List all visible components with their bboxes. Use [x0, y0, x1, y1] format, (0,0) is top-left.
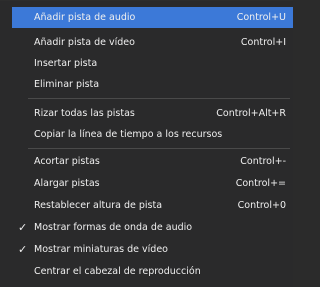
menu-item-insert-track[interactable]: Insertar pista — [0, 53, 293, 74]
menu-item-add-audio-track[interactable]: Añadir pista de audio Control+U — [12, 7, 293, 28]
menu-item-lengthen-tracks[interactable]: Alargar pistas Control+= — [0, 173, 293, 194]
menu-item-remove-track[interactable]: Eliminar pista — [0, 74, 293, 95]
checkmark-icon: ✓ — [18, 243, 28, 256]
menu-item-show-video-thumbnails[interactable]: ✓ Mostrar miniaturas de vídeo — [0, 239, 293, 260]
menu-item-shortcut: Control+- — [240, 156, 286, 167]
menu-item-label: Mostrar formas de onda de audio — [34, 222, 193, 233]
menu-item-shortcut: Control+U — [236, 12, 286, 23]
menu-item-shortcut: Control+0 — [237, 200, 286, 211]
context-menu: Añadir pista de audio Control+U Añadir p… — [0, 0, 293, 287]
menu-item-label: Mostrar miniaturas de vídeo — [34, 244, 168, 255]
menu-separator — [28, 148, 290, 149]
menu-item-label: Añadir pista de vídeo — [34, 37, 135, 48]
menu-item-copy-timeline-to-resources[interactable]: Copiar la línea de tiempo a los recursos — [0, 124, 293, 145]
menu-item-show-audio-waveforms[interactable]: ✓ Mostrar formas de onda de audio — [0, 217, 293, 238]
checkmark-icon: ✓ — [18, 221, 28, 234]
menu-item-shortcut: Control+Alt+R — [216, 108, 286, 119]
menu-item-label: Añadir pista de audio — [34, 12, 136, 23]
menu-item-label: Rizar todas las pistas — [34, 108, 135, 119]
menu-item-label: Alargar pistas — [34, 178, 100, 189]
menu-separator — [28, 98, 290, 99]
menu-item-ripple-all-tracks[interactable]: Rizar todas las pistas Control+Alt+R — [0, 103, 293, 124]
menu-item-label: Acortar pistas — [34, 156, 100, 167]
menu-item-center-playhead[interactable]: Centrar el cabezal de reproducción — [0, 261, 293, 282]
menu-item-reset-track-height[interactable]: Restablecer altura de pista Control+0 — [0, 195, 293, 216]
menu-item-shortcut: Control+I — [240, 37, 286, 48]
menu-item-label: Copiar la línea de tiempo a los recursos — [34, 129, 223, 140]
menu-item-shorten-tracks[interactable]: Acortar pistas Control+- — [0, 151, 293, 172]
menu-item-label: Eliminar pista — [34, 79, 100, 90]
menu-item-label: Insertar pista — [34, 58, 98, 69]
menu-item-label: Restablecer altura de pista — [34, 200, 163, 211]
menu-item-add-video-track[interactable]: Añadir pista de vídeo Control+I — [0, 32, 293, 53]
menu-item-shortcut: Control+= — [235, 178, 286, 189]
menu-item-label: Centrar el cabezal de reproducción — [34, 266, 201, 277]
